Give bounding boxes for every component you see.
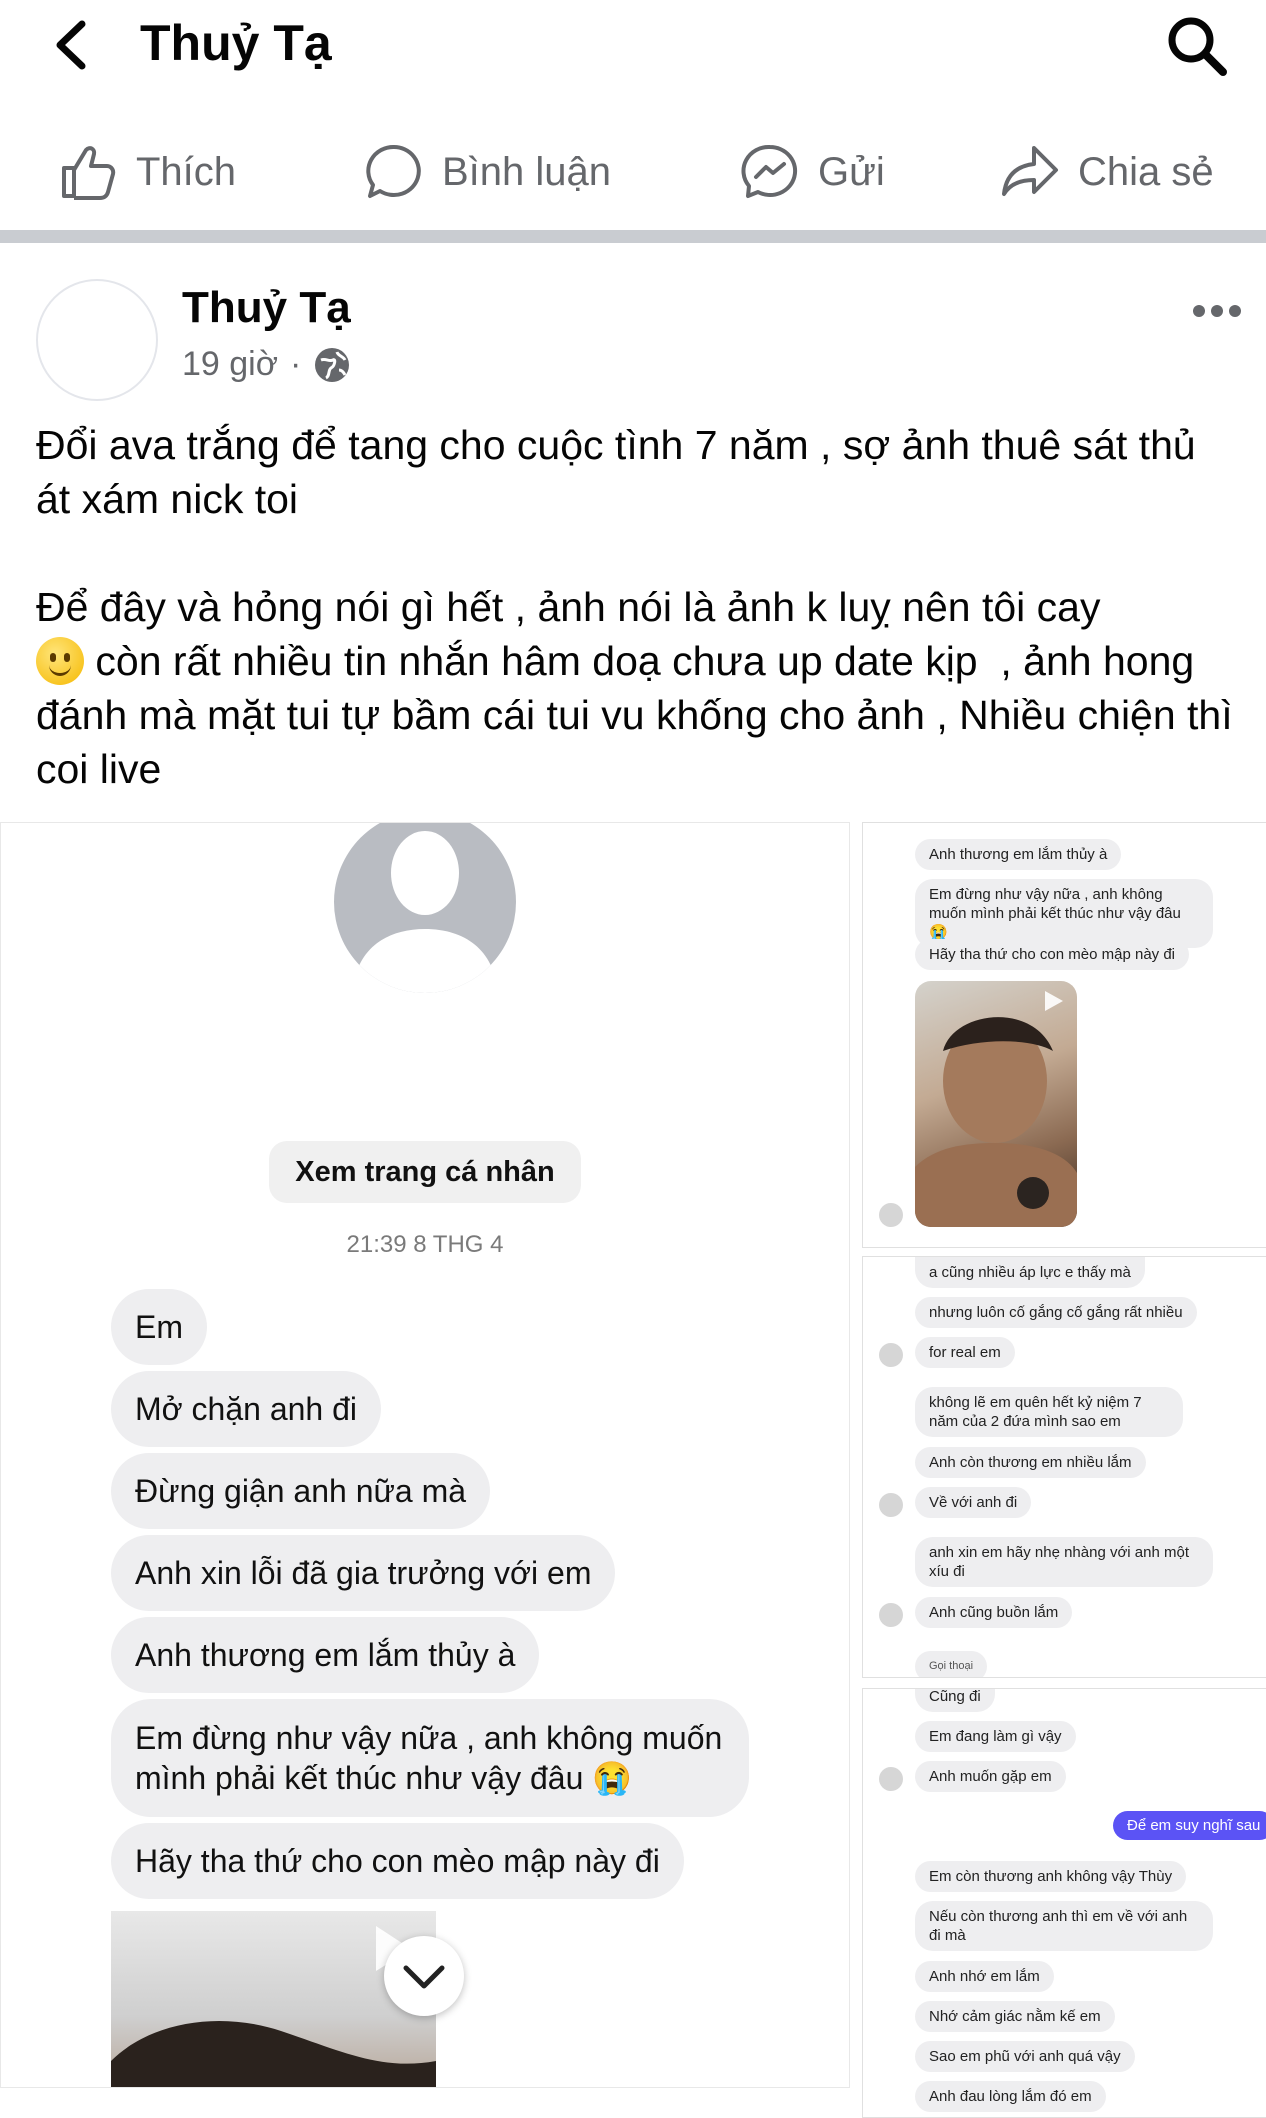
post-caption: Đổi ava trắng để tang cho cuộc tình 7 nă…: [36, 418, 1236, 796]
comment-label: Bình luận: [442, 149, 612, 194]
post-author[interactable]: Thuỷ Tạ: [182, 283, 351, 333]
post-header: Thuỷ Tạ 19 giờ ·: [0, 243, 1266, 413]
chat-timestamp: 21:39 8 THG 4: [346, 1231, 504, 1258]
sender-avatar: [879, 1767, 903, 1791]
message-bubble: Em còn thương anh không vậy Thùy: [915, 1861, 1187, 1892]
page-title: Thuỷ Tạ: [140, 15, 332, 71]
chat-screenshot-right-2[interactable]: a cũng nhiều áp lực e thấy mà nhưng luôn…: [862, 1256, 1266, 1678]
chat-screenshot-right-3[interactable]: Cũng đi Em đang làm gì vậy Anh muốn gặp …: [862, 1688, 1266, 2118]
more-options-icon[interactable]: [1192, 303, 1242, 319]
chevron-down-icon: [403, 1965, 445, 1989]
message-bubble: Anh thương em lắm thủy à: [111, 1617, 540, 1693]
like-label: Thích: [136, 149, 237, 194]
message-bubble: Hãy tha thứ cho con mèo mập này đi: [915, 939, 1190, 970]
message-bubble: Anh còn thương em nhiều lắm: [915, 1447, 1146, 1478]
message-bubble: Cũng đi: [915, 1689, 995, 1712]
message-bubble: Em: [111, 1289, 207, 1365]
back-arrow-icon[interactable]: [48, 20, 98, 70]
post-actions-bar: Thích Bình luận Gửi Chia sẻ: [0, 110, 1266, 225]
sender-avatar: [879, 1203, 903, 1227]
scroll-down-button[interactable]: [384, 1936, 464, 2016]
video-thumbnail[interactable]: [915, 981, 1077, 1227]
message-bubble: Em đừng như vậy nữa , anh không muốn mìn…: [915, 879, 1213, 948]
message-bubble: Anh muốn gặp em: [915, 1761, 1066, 1792]
share-button[interactable]: Chia sẻ: [1000, 142, 1214, 202]
person-silhouette-icon: [352, 831, 498, 993]
sender-avatar: [879, 1603, 903, 1627]
sender-avatar: [879, 1343, 903, 1367]
globe-icon: [315, 347, 350, 382]
video-frame: [915, 991, 1077, 1227]
sender-avatar: [879, 1493, 903, 1517]
message-bubble: Hãy tha thứ cho con mèo mập này đi: [111, 1823, 684, 1899]
message-bubble: Mở chặn anh đi: [111, 1371, 381, 1447]
message-bubble: Nhớ cảm giác nằm kế em: [915, 2001, 1115, 2032]
message-bubble: Anh nhớ em lắm: [915, 1961, 1054, 1992]
message-bubble: Anh cũng buồn lắm: [915, 1597, 1073, 1628]
thumbs-up-icon: [62, 146, 116, 200]
message-bubble: Sao em phũ với anh quá vậy: [915, 2041, 1135, 2072]
chat-screenshot-left[interactable]: Xem trang cá nhân 21:39 8 THG 4 Em Mở ch…: [0, 822, 850, 2088]
caption-paragraph-2: Để đây và hỏng nói gì hết , ảnh nói là ả…: [36, 580, 1236, 796]
message-bubble: Về với anh đi: [915, 1487, 1032, 1518]
comment-icon: [366, 144, 421, 198]
message-bubble: nhưng luôn cố gắng cố gắng rất nhiều: [915, 1297, 1197, 1328]
share-icon: [1002, 146, 1058, 196]
post-meta: 19 giờ ·: [182, 345, 351, 384]
smiley-emoji-icon: [36, 637, 84, 685]
chat-screenshot-right-1[interactable]: Anh thương em lắm thủy à Em đừng như vậy…: [862, 822, 1266, 1248]
send-label: Gửi: [818, 149, 885, 194]
top-bar: Thuỷ Tạ: [0, 0, 1266, 100]
message-bubble: for real em: [915, 1337, 1015, 1368]
message-bubble: Anh đau lòng lắm đó em: [915, 2081, 1106, 2112]
comment-button[interactable]: Bình luận: [364, 142, 611, 202]
avatar[interactable]: [36, 279, 158, 401]
sent-message-bubble: Để em suy nghĩ sau: [1113, 1811, 1266, 1840]
messenger-icon: [741, 144, 798, 198]
message-bubble: Nếu còn thương anh thì em về với anh đi …: [915, 1901, 1213, 1951]
caption-paragraph-1: Đổi ava trắng để tang cho cuộc tình 7 nă…: [36, 422, 1208, 522]
message-bubble: Em đang làm gì vậy: [915, 1721, 1076, 1752]
meta-separator: ·: [290, 345, 302, 383]
caption-text-a: Để đây và hỏng nói gì hết , ảnh nói là ả…: [36, 584, 1101, 630]
message-bubble: Anh thương em lắm thủy à: [915, 839, 1122, 870]
message-bubble: Anh xin lỗi đã gia trưởng với em: [111, 1535, 616, 1611]
share-label: Chia sẻ: [1078, 149, 1214, 194]
message-bubble: a cũng nhiều áp lực e thấy mà: [915, 1257, 1145, 1288]
caption-text-b: còn rất nhiều tin nhắn hâm doạ chưa up d…: [36, 638, 1245, 792]
message-bubble: Đừng giận anh nữa mà: [111, 1453, 491, 1529]
view-profile-button[interactable]: Xem trang cá nhân: [269, 1141, 581, 1203]
section-divider: [0, 230, 1266, 243]
call-bubble: Gọi thoại: [915, 1651, 988, 1677]
send-button[interactable]: Gửi: [740, 142, 885, 202]
default-profile-picture: [334, 823, 516, 993]
message-bubble: không lẽ em quên hết kỷ niệm 7 năm của 2…: [915, 1387, 1183, 1437]
post-time[interactable]: 19 giờ: [182, 345, 278, 384]
message-bubble: Em đừng như vậy nữa , anh không muốn mìn…: [111, 1699, 749, 1817]
search-icon[interactable]: [1165, 14, 1229, 78]
like-button[interactable]: Thích: [58, 142, 236, 202]
message-bubble: anh xin em hãy nhẹ nhàng với anh một xíu…: [915, 1537, 1213, 1587]
